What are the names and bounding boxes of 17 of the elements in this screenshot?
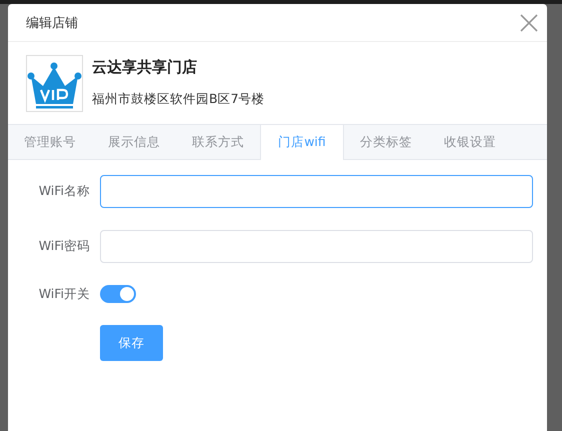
- store-address: 福州市鼓楼区软件园B区7号楼: [92, 91, 265, 108]
- tab[interactable]: 展示信息: [92, 125, 176, 159]
- tab[interactable]: 分类标签: [344, 125, 428, 159]
- save-button[interactable]: 保存: [100, 325, 163, 361]
- tab[interactable]: 管理账号: [8, 125, 92, 159]
- store-name: 云达享共享门店: [92, 58, 198, 77]
- tab[interactable]: 联系方式: [176, 125, 260, 159]
- field-label: WiFi密码: [38, 238, 90, 255]
- field-label: WiFi名称: [38, 183, 90, 200]
- toggle-switch[interactable]: [100, 285, 136, 303]
- dialog-title: 编辑店铺: [26, 14, 78, 32]
- input-field[interactable]: [100, 175, 533, 208]
- close-icon[interactable]: [519, 12, 539, 32]
- field-label: WiFi开关: [38, 286, 90, 302]
- crown-logo-icon: [26, 54, 83, 112]
- tab[interactable]: 门店wifi: [260, 125, 344, 160]
- tab[interactable]: 收银设置: [428, 125, 512, 159]
